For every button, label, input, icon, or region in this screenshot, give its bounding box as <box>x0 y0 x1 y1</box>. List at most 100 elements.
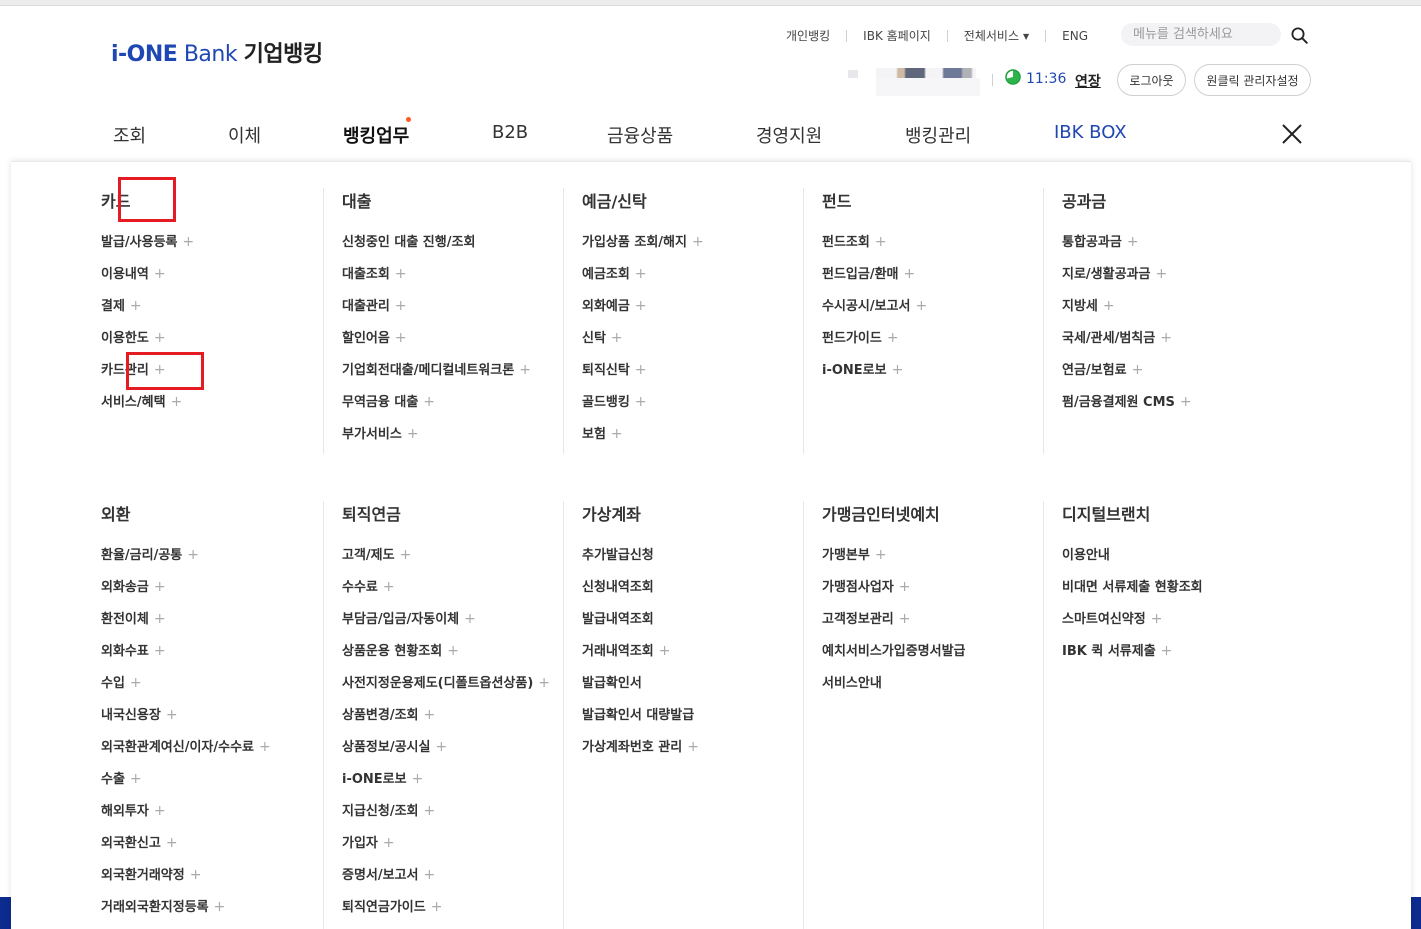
expand-plus-icon[interactable]: + <box>412 771 424 787</box>
util-all-services[interactable]: 전체서비스 ▼ <box>964 27 1029 44</box>
close-icon[interactable] <box>1280 122 1304 146</box>
menu-item[interactable]: 퇴직연금가이드 + <box>342 896 550 928</box>
menu-item[interactable]: 기업회전대출/메디컬네트워크론 + <box>342 359 531 391</box>
menu-item[interactable]: 예치서비스가입증명서발급 <box>822 640 966 672</box>
menu-item[interactable]: 보험 + <box>582 423 704 455</box>
menu-item[interactable]: 대출관리 + <box>342 295 531 327</box>
gnb-transfer[interactable]: 이체 <box>228 122 261 148</box>
menu-item[interactable]: 발급/사용등록 + <box>101 231 194 263</box>
menu-item[interactable]: 고객/제도 + <box>342 544 550 576</box>
expand-plus-icon[interactable]: + <box>130 771 142 787</box>
expand-plus-icon[interactable]: + <box>383 835 395 851</box>
expand-plus-icon[interactable]: + <box>659 643 671 659</box>
menu-item[interactable]: 내국신용장 + <box>101 704 271 736</box>
expand-plus-icon[interactable]: + <box>130 675 142 691</box>
menu-item[interactable]: 이용내역 + <box>101 263 194 295</box>
menu-item[interactable]: 펀드입금/환매 + <box>822 263 927 295</box>
menu-item[interactable]: 해외투자 + <box>101 800 271 832</box>
util-personal-banking[interactable]: 개인뱅킹 <box>786 27 830 44</box>
menu-item[interactable]: 골드뱅킹 + <box>582 391 704 423</box>
menu-item[interactable]: 연금/보험료 + <box>1062 359 1192 391</box>
expand-plus-icon[interactable]: + <box>183 234 195 250</box>
expand-plus-icon[interactable]: + <box>400 547 412 563</box>
menu-item[interactable]: 통합공과금 + <box>1062 231 1192 263</box>
expand-plus-icon[interactable]: + <box>431 899 443 915</box>
expand-plus-icon[interactable]: + <box>875 234 887 250</box>
expand-plus-icon[interactable]: + <box>875 547 887 563</box>
expand-plus-icon[interactable]: + <box>687 739 699 755</box>
menu-item[interactable]: 발급확인서 대량발급 <box>582 704 699 736</box>
expand-plus-icon[interactable]: + <box>154 643 166 659</box>
expand-plus-icon[interactable]: + <box>166 835 178 851</box>
expand-plus-icon[interactable]: + <box>538 675 550 691</box>
expand-plus-icon[interactable]: + <box>1151 611 1163 627</box>
expand-plus-icon[interactable]: + <box>171 394 183 410</box>
expand-plus-icon[interactable]: + <box>1132 362 1144 378</box>
gnb-inquiry[interactable]: 조회 <box>113 122 146 148</box>
menu-item[interactable]: 지급신청/조회 + <box>342 800 550 832</box>
expand-plus-icon[interactable]: + <box>424 707 436 723</box>
menu-item[interactable]: 외화수표 + <box>101 640 271 672</box>
menu-item[interactable]: 대출조회 + <box>342 263 531 295</box>
menu-item[interactable]: 지방세 + <box>1062 295 1192 327</box>
admin-settings-button[interactable]: 원클릭 관리자설정 <box>1194 64 1311 96</box>
expand-plus-icon[interactable]: + <box>464 611 476 627</box>
expand-plus-icon[interactable]: + <box>635 362 647 378</box>
expand-plus-icon[interactable]: + <box>154 330 166 346</box>
expand-plus-icon[interactable]: + <box>519 362 531 378</box>
gnb-banking-management[interactable]: 뱅킹관리 <box>905 122 971 148</box>
menu-item[interactable]: 수입 + <box>101 672 271 704</box>
menu-item[interactable]: 이용안내 <box>1062 544 1203 576</box>
expand-plus-icon[interactable]: + <box>259 739 271 755</box>
expand-plus-icon[interactable]: + <box>154 266 166 282</box>
expand-plus-icon[interactable]: + <box>395 330 407 346</box>
expand-plus-icon[interactable]: + <box>1155 266 1167 282</box>
menu-search-input[interactable] <box>1121 23 1281 46</box>
gnb-banking-services[interactable]: 뱅킹업무 <box>343 122 409 148</box>
menu-item[interactable]: 국세/관세/범칙금 + <box>1062 327 1192 359</box>
menu-item[interactable]: 수수료 + <box>342 576 550 608</box>
expand-plus-icon[interactable]: + <box>130 298 142 314</box>
menu-column-title[interactable]: 대출 <box>342 188 371 212</box>
session-extend-link[interactable]: 연장 <box>1075 71 1101 91</box>
expand-plus-icon[interactable]: + <box>887 330 899 346</box>
search-icon[interactable] <box>1291 27 1308 44</box>
menu-item[interactable]: 예금조회 + <box>582 263 704 295</box>
menu-item[interactable]: 펌/금융결제원 CMS + <box>1062 391 1192 423</box>
menu-item[interactable]: 지로/생활공과금 + <box>1062 263 1192 295</box>
expand-plus-icon[interactable]: + <box>190 867 202 883</box>
logout-button[interactable]: 로그아웃 <box>1117 64 1186 96</box>
menu-item[interactable]: 가맹점사업자 + <box>822 576 966 608</box>
expand-plus-icon[interactable]: + <box>1127 234 1139 250</box>
menu-item[interactable]: 상품변경/조회 + <box>342 704 550 736</box>
util-ibk-homepage[interactable]: IBK 홈페이지 <box>863 27 931 44</box>
expand-plus-icon[interactable]: + <box>187 547 199 563</box>
expand-plus-icon[interactable]: + <box>1180 394 1192 410</box>
expand-plus-icon[interactable]: + <box>1161 643 1173 659</box>
menu-column-title[interactable]: 가맹금인터넷예치 <box>822 501 940 525</box>
menu-item[interactable]: 상품정보/공시실 + <box>342 736 550 768</box>
expand-plus-icon[interactable]: + <box>447 643 459 659</box>
menu-item[interactable]: i-ONE로보 + <box>342 768 550 800</box>
menu-item[interactable]: 신탁 + <box>582 327 704 359</box>
expand-plus-icon[interactable]: + <box>154 803 166 819</box>
expand-plus-icon[interactable]: + <box>435 739 447 755</box>
expand-plus-icon[interactable]: + <box>692 234 704 250</box>
menu-item[interactable]: IBK 퀵 서류제출 + <box>1062 640 1203 672</box>
gnb-financial-products[interactable]: 금융상품 <box>607 122 673 148</box>
expand-plus-icon[interactable]: + <box>904 266 916 282</box>
menu-item[interactable]: 수시공시/보고서 + <box>822 295 927 327</box>
menu-column-title[interactable]: 공과금 <box>1062 188 1106 212</box>
util-english[interactable]: ENG <box>1062 29 1088 43</box>
menu-item[interactable]: 환율/금리/공통 + <box>101 544 271 576</box>
menu-column-title[interactable]: 디지털브랜치 <box>1062 501 1150 525</box>
menu-item[interactable]: 서비스안내 <box>822 672 966 704</box>
menu-item[interactable]: 거래내역조회 + <box>582 640 699 672</box>
menu-column-title[interactable]: 펀드 <box>822 188 851 212</box>
expand-plus-icon[interactable]: + <box>635 298 647 314</box>
expand-plus-icon[interactable]: + <box>635 266 647 282</box>
expand-plus-icon[interactable]: + <box>424 867 436 883</box>
menu-item[interactable]: 증명서/보고서 + <box>342 864 550 896</box>
menu-item[interactable]: 발급확인서 <box>582 672 699 704</box>
menu-item[interactable]: 환전이체 + <box>101 608 271 640</box>
